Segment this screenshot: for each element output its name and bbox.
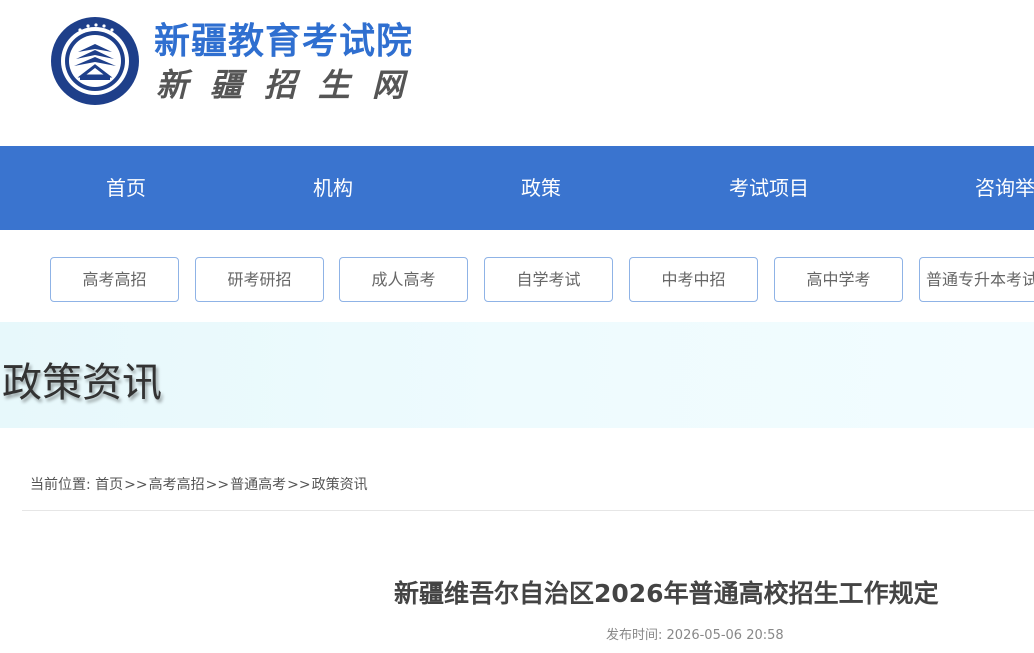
nav-item-home[interactable]: 首页 [106,146,146,230]
breadcrumb-separator: >> [205,477,230,493]
breadcrumb-policy-news[interactable]: 政策资讯 [312,477,368,493]
site-header: 新疆教育考试院 新疆招生网 [0,0,1034,146]
category-graduate[interactable]: 研考研招 [195,257,324,302]
site-subtitle: 新疆招生网 [156,66,427,104]
banner-title: 政策资讯 [2,360,162,406]
section-banner: 政策资讯 [0,322,1034,428]
exam-institute-emblem-icon[interactable] [50,16,140,106]
category-gaokao[interactable]: 高考高招 [50,257,179,302]
category-academic-test[interactable]: 高中学考 [774,257,903,302]
category-self-study[interactable]: 自学考试 [484,257,613,302]
breadcrumb-home[interactable]: 首页 [95,477,123,493]
publish-time: 发布时间: 2026-05-06 20:58 [606,624,784,643]
site-title[interactable]: 新疆教育考试院 [154,12,413,64]
main-navigation: 首页 机构 政策 考试项目 咨询举 [0,146,1034,230]
publish-time-value: 2026-05-06 20:58 [666,628,784,643]
breadcrumb-general-gaokao[interactable]: 普通高考 [230,477,286,493]
breadcrumb: 当前位置: 首页>>高考高招>>普通高考>>政策资讯 [30,474,368,494]
category-zhongkao[interactable]: 中考中招 [629,257,758,302]
breadcrumb-separator: >> [124,477,148,493]
divider [22,510,1034,511]
category-upgrade-exam[interactable]: 普通专升本考试 [919,257,1034,302]
category-bar: 高考高招 研考研招 成人高考 自学考试 中考中招 高中学考 普通专升本考试 [0,230,1034,322]
nav-item-organization[interactable]: 机构 [313,146,353,230]
breadcrumb-prefix: 当前位置: [30,477,91,493]
breadcrumb-separator: >> [287,477,311,493]
breadcrumb-gaokao[interactable]: 高考高招 [149,477,205,493]
nav-item-policy[interactable]: 政策 [521,146,561,230]
category-adult[interactable]: 成人高考 [339,257,468,302]
nav-item-exam-projects[interactable]: 考试项目 [729,146,809,230]
publish-label: 发布时间: [606,628,663,643]
article-title: 新疆维吾尔自治区2026年普通高校招生工作规定 [394,579,939,608]
nav-item-consult-report[interactable]: 咨询举 [975,146,1034,230]
